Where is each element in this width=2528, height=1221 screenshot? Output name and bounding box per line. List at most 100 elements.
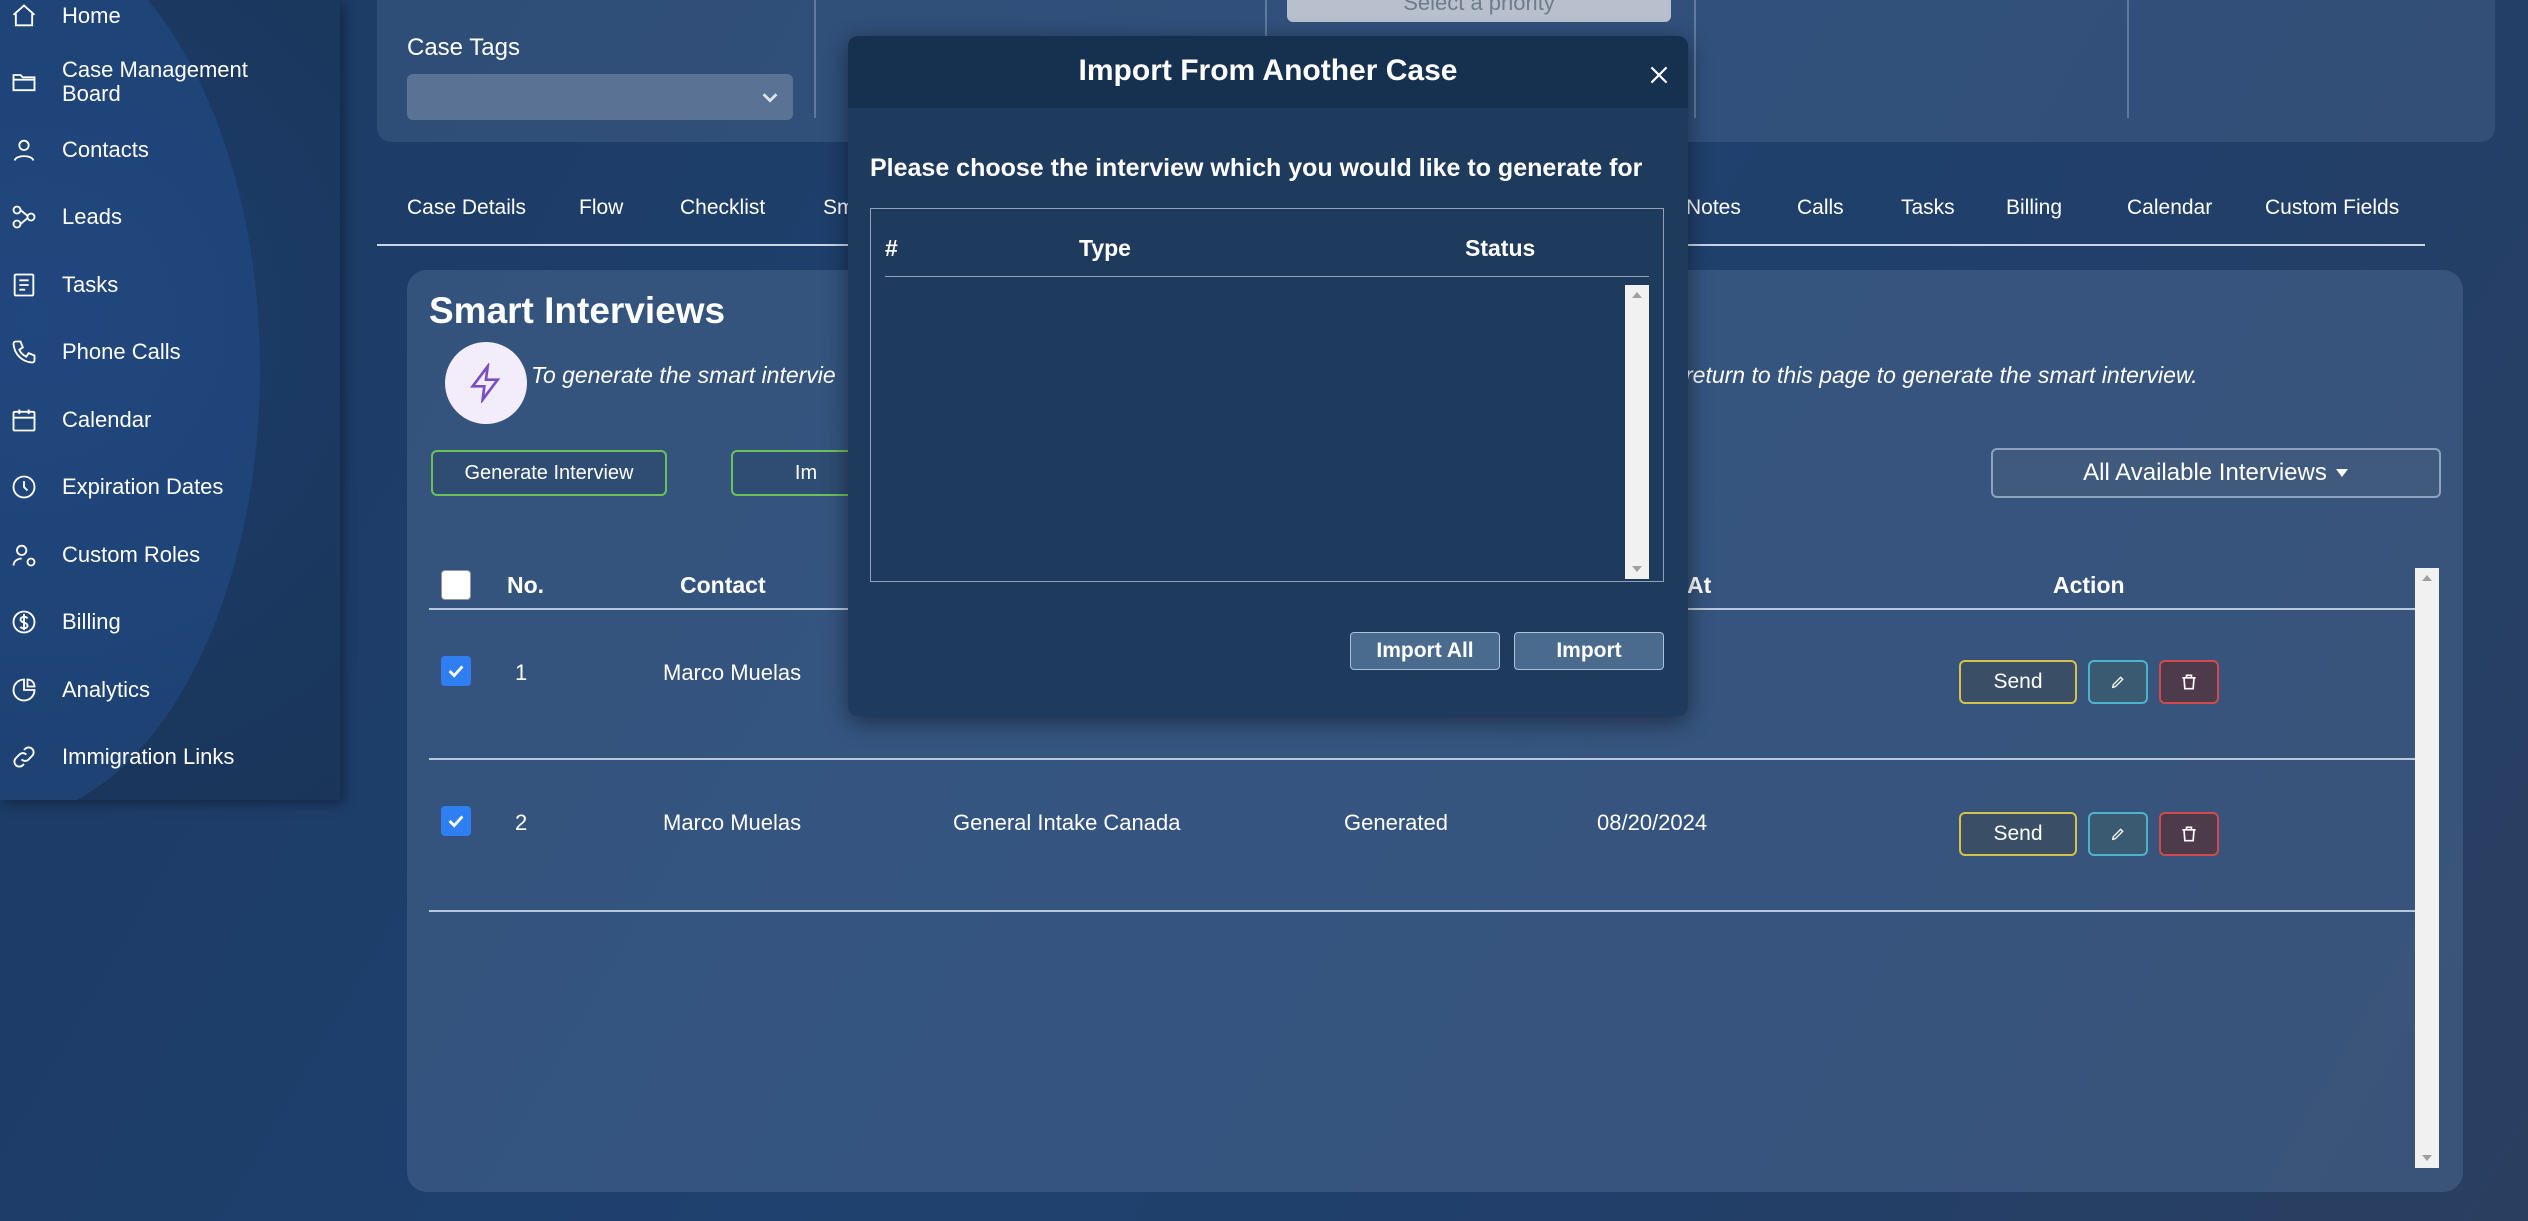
tab-calendar[interactable]: Calendar [2127, 196, 2212, 220]
modal-table-scrollbar[interactable] [1625, 285, 1649, 579]
filter-label: All Available Interviews [2083, 459, 2327, 486]
row-status: Generated [1344, 810, 1448, 835]
pie-chart-icon [10, 676, 38, 704]
sidebar-item-analytics[interactable]: Analytics [0, 662, 340, 718]
send-button[interactable]: Send [1959, 660, 2077, 704]
row-contact: Marco Muelas [663, 810, 802, 835]
row-date: 08/20/2024 [1597, 810, 1708, 835]
sidebar-item-label: Calendar [62, 407, 152, 432]
sidebar-item-label: Tasks [62, 272, 119, 297]
scroll-up-arrow[interactable] [1625, 285, 1649, 305]
tab-notes[interactable]: Notes [1686, 196, 1741, 220]
sidebar-item-home[interactable]: Home [0, 0, 340, 44]
caret-up-icon [2422, 575, 2432, 581]
tab-billing[interactable]: Billing [2006, 196, 2062, 220]
sidebar-item-label: Case Management Board [62, 57, 248, 106]
priority-placeholder: Select a priority [1403, 0, 1555, 15]
check-icon [448, 815, 464, 828]
generate-interview-button[interactable]: Generate Interview [431, 450, 667, 496]
bolt-icon [470, 363, 501, 403]
modal-header: Import From Another Case [848, 36, 1688, 108]
sidebar-item-label: Custom Roles [62, 542, 201, 567]
sidebar-item-expiration-dates[interactable]: Expiration Dates [0, 459, 340, 515]
tab-flow[interactable]: Flow [579, 196, 623, 220]
header-contact: Contact [680, 572, 766, 598]
scroll-down-arrow[interactable] [2415, 1148, 2439, 1168]
select-all-checkbox[interactable] [441, 570, 471, 600]
header-status: Status [1465, 235, 1536, 261]
leads-icon [10, 203, 38, 231]
sidebar-item-case-management-board[interactable]: Case Management Board [0, 52, 340, 112]
sidebar-item-leads[interactable]: Leads [0, 189, 340, 245]
divider [814, 0, 816, 118]
sidebar: Home Case Management Board Contacts Lead… [0, 0, 340, 800]
sidebar-item-label: Leads [62, 204, 122, 229]
header-action: Action [2053, 572, 2125, 598]
check-icon [448, 665, 464, 678]
page-title: Smart Interviews [429, 290, 726, 331]
header-at: At [1687, 572, 1712, 598]
calendar-icon [10, 406, 38, 434]
clock-icon [10, 473, 38, 501]
header-no: No. [507, 572, 545, 598]
close-button[interactable] [1646, 62, 1672, 88]
caret-down-icon [2422, 1155, 2432, 1161]
sidebar-item-label: Analytics [62, 677, 151, 702]
tasks-icon [10, 271, 38, 299]
sidebar-item-label: Contacts [62, 137, 149, 162]
row-checkbox[interactable] [441, 806, 471, 836]
bolt-badge [445, 342, 527, 424]
delete-button[interactable] [2159, 812, 2219, 856]
sidebar-item-tasks[interactable]: Tasks [0, 257, 340, 313]
close-icon [1650, 66, 1668, 84]
caret-down-icon [2335, 469, 2348, 477]
table-row: 2 Marco Muelas General Intake Canada Gen… [429, 762, 2415, 912]
folder-icon [10, 68, 38, 96]
sidebar-item-custom-roles[interactable]: Custom Roles [0, 527, 340, 583]
sidebar-item-billing[interactable]: Billing [0, 594, 340, 650]
info-text-right: return to this page to generate the smar… [1685, 362, 2198, 388]
scroll-down-arrow[interactable] [1625, 559, 1649, 579]
import-all-button[interactable]: Import All [1350, 632, 1500, 670]
priority-select[interactable]: Select a priority [1287, 0, 1671, 22]
case-tags-select[interactable] [407, 74, 793, 120]
info-text-left: To generate the smart intervie [531, 362, 836, 388]
tab-case-details[interactable]: Case Details [407, 196, 526, 220]
sidebar-item-phone-calls[interactable]: Phone Calls [0, 324, 340, 380]
pencil-icon [2111, 828, 2124, 841]
modal-interview-table: # Type Status [870, 208, 1664, 582]
pencil-icon [2111, 676, 2124, 689]
edit-button[interactable] [2088, 660, 2148, 704]
delete-button[interactable] [2159, 660, 2219, 704]
tab-tasks[interactable]: Tasks [1901, 196, 1955, 220]
tab-custom-fields[interactable]: Custom Fields [2265, 196, 2399, 220]
sidebar-item-immigration-links[interactable]: Immigration Links [0, 729, 340, 785]
contacts-icon [10, 136, 38, 164]
tab-checklist[interactable]: Checklist [680, 196, 765, 220]
sidebar-item-calendar[interactable]: Calendar [0, 392, 340, 448]
import-button[interactable]: Import [1514, 632, 1664, 670]
user-gear-icon [10, 541, 38, 569]
row-contact: Marco Muelas [663, 660, 802, 685]
row-checkbox[interactable] [441, 656, 471, 686]
link-icon [10, 743, 38, 771]
sidebar-item-label: Immigration Links [62, 744, 235, 769]
send-button[interactable]: Send [1959, 812, 2077, 856]
scroll-up-arrow[interactable] [2415, 568, 2439, 588]
edit-button[interactable] [2088, 812, 2148, 856]
trash-icon [2182, 674, 2196, 690]
row-no: 1 [515, 660, 528, 685]
row-no: 2 [515, 810, 528, 835]
dollar-icon [10, 608, 38, 636]
sidebar-item-label: Phone Calls [62, 339, 181, 364]
interview-filter-dropdown[interactable]: All Available Interviews [1991, 448, 2441, 498]
table-scrollbar[interactable] [2415, 568, 2439, 1168]
sidebar-item-contacts[interactable]: Contacts [0, 122, 340, 178]
caret-up-icon [1632, 292, 1642, 298]
case-tags-label: Case Tags [407, 34, 520, 61]
tab-calls[interactable]: Calls [1797, 196, 1844, 220]
sidebar-item-label: Billing [62, 609, 121, 634]
import-modal: Import From Another Case Please choose t… [848, 36, 1688, 716]
header-type: Type [1079, 235, 1131, 261]
sidebar-item-label: Home [62, 3, 121, 28]
